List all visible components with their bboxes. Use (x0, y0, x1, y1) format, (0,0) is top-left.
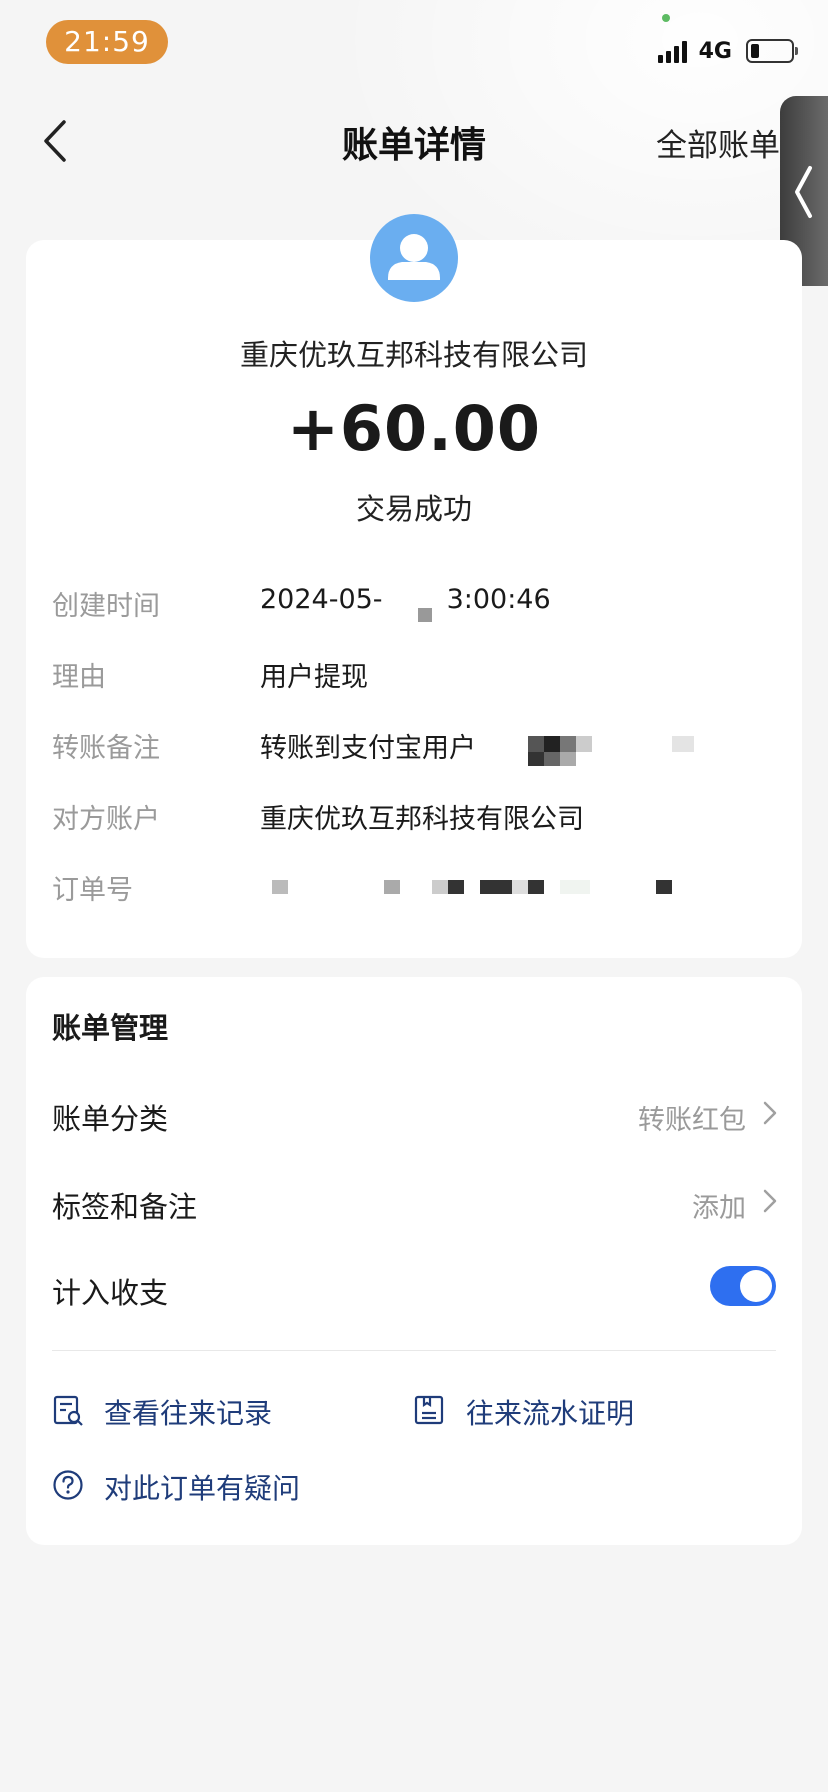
bill-management-title: 账单管理 (52, 1011, 169, 1045)
bill-category-value[interactable]: 转账红包 (638, 1098, 746, 1137)
reason-label: 理由 (52, 662, 106, 693)
transaction-amount: +60.00 (286, 392, 542, 465)
status-icons: 4G (657, 36, 798, 66)
network-type: 4G (698, 38, 732, 64)
chevron-left-icon (795, 166, 812, 218)
toggle-knob (740, 1270, 772, 1302)
include-in-stats-label: 计入收支 (52, 1276, 169, 1310)
chevron-right-icon[interactable] (762, 1188, 778, 1214)
all-bills-button[interactable]: 全部账单 (656, 120, 780, 165)
tags-notes-value[interactable]: 添加 (692, 1186, 746, 1225)
document-proof-icon[interactable] (413, 1394, 445, 1426)
order-question-link[interactable]: 对此订单有疑问 (104, 1467, 300, 1507)
status-time: 21:59 (46, 20, 168, 64)
transaction-status: 交易成功 (355, 492, 472, 526)
tags-notes-label[interactable]: 标签和备注 (52, 1184, 197, 1226)
transaction-proof-link[interactable]: 往来流水证明 (466, 1392, 634, 1432)
records-search-icon[interactable] (52, 1394, 84, 1426)
bill-management-card (26, 977, 802, 1545)
signal-icon (657, 39, 687, 63)
counterparty-label: 对方账户 (52, 804, 160, 835)
counterparty-value: 重庆优玖互邦科技有限公司 (260, 804, 584, 835)
divider (52, 1350, 776, 1351)
payee-avatar (370, 214, 458, 302)
battery-icon (746, 39, 798, 63)
reason-value: 用户提现 (260, 662, 368, 693)
view-records-link[interactable]: 查看往来记录 (104, 1392, 272, 1432)
include-in-stats-toggle[interactable] (710, 1266, 776, 1306)
bill-category-label[interactable]: 账单分类 (52, 1096, 168, 1138)
redaction-block (418, 608, 432, 622)
created-time-label: 创建时间 (52, 591, 160, 622)
chevron-right-icon[interactable] (762, 1100, 778, 1126)
user-icon (388, 234, 440, 280)
transfer-note-value: 转账到支付宝用户 (260, 733, 476, 764)
privacy-indicator-dot (662, 14, 670, 22)
question-circle-icon[interactable] (52, 1469, 84, 1501)
payee-name: 重庆优玖互邦科技有限公司 (239, 338, 588, 372)
created-time-value: 2024-05- 3:00:46 (260, 584, 551, 615)
transfer-note-label: 转账备注 (52, 733, 160, 764)
order-number-label: 订单号 (52, 875, 133, 906)
